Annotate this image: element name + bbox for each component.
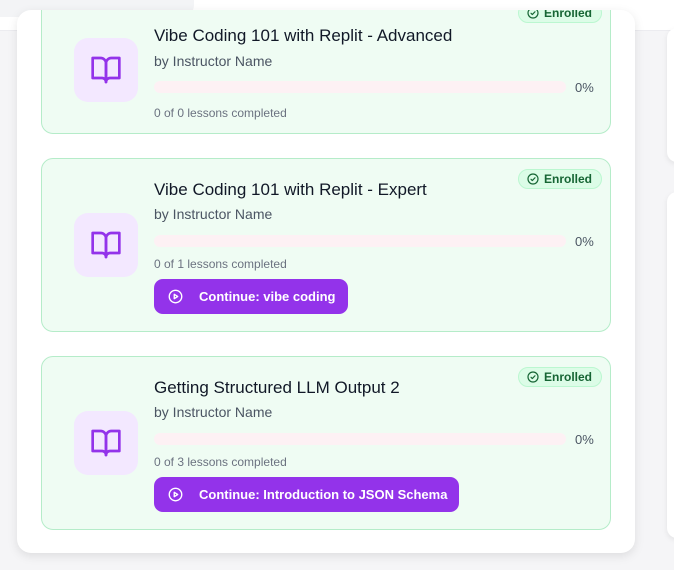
check-circle-icon xyxy=(527,173,539,185)
badge-label: Enrolled xyxy=(543,172,592,186)
continue-button[interactable]: Continue: vibe coding xyxy=(154,279,348,314)
continue-button[interactable]: Continue: Introduction to JSON Schema xyxy=(154,477,460,512)
course-title[interactable]: Vibe Coding 101 with Replit - Expert xyxy=(154,180,427,200)
lessons-completed: 0 of 3 lessons completed xyxy=(154,455,287,469)
check-circle-icon xyxy=(527,371,539,383)
book-icon xyxy=(91,56,121,84)
course-card[interactable]: Enrolled Getting Structured LLM Output 2… xyxy=(41,356,611,530)
progress-bar xyxy=(154,81,566,93)
play-circle-icon xyxy=(168,487,183,502)
check-circle-icon xyxy=(527,10,539,19)
enrolled-courses-panel: Enrolled Vibe Coding 101 with Replit - A… xyxy=(17,10,635,553)
continue-button-label: Continue: Introduction to JSON Schema xyxy=(199,487,448,502)
lessons-completed: 0 of 0 lessons completed xyxy=(154,106,287,120)
book-icon xyxy=(91,231,121,259)
progress-percent: 0% xyxy=(575,432,594,447)
lessons-completed: 0 of 1 lessons completed xyxy=(154,257,287,271)
badge-label: Enrolled xyxy=(543,10,592,20)
course-thumbnail xyxy=(74,213,138,277)
course-instructor: by Instructor Name xyxy=(154,53,273,69)
continue-button-label: Continue: vibe coding xyxy=(199,289,336,304)
course-instructor: by Instructor Name xyxy=(154,404,273,420)
progress-bar xyxy=(154,433,566,445)
course-instructor: by Instructor Name xyxy=(154,206,273,222)
play-circle-icon xyxy=(168,289,183,304)
enrolled-badge: Enrolled xyxy=(517,10,602,23)
course-thumbnail xyxy=(74,38,138,102)
course-thumbnail xyxy=(74,411,138,475)
enrolled-badge: Enrolled xyxy=(517,367,602,387)
course-title[interactable]: Getting Structured LLM Output 2 xyxy=(154,378,400,398)
side-panel xyxy=(667,28,674,162)
course-title[interactable]: Vibe Coding 101 with Replit - Advanced xyxy=(154,26,452,46)
progress-bar xyxy=(154,235,566,247)
course-card[interactable]: Enrolled Vibe Coding 101 with Replit - A… xyxy=(41,10,611,134)
course-card[interactable]: Enrolled Vibe Coding 101 with Replit - E… xyxy=(41,158,611,332)
side-panel xyxy=(667,192,674,538)
badge-label: Enrolled xyxy=(543,370,592,384)
enrolled-badge: Enrolled xyxy=(517,169,602,189)
progress-percent: 0% xyxy=(575,80,594,95)
book-icon xyxy=(91,429,121,457)
progress-percent: 0% xyxy=(575,234,594,249)
